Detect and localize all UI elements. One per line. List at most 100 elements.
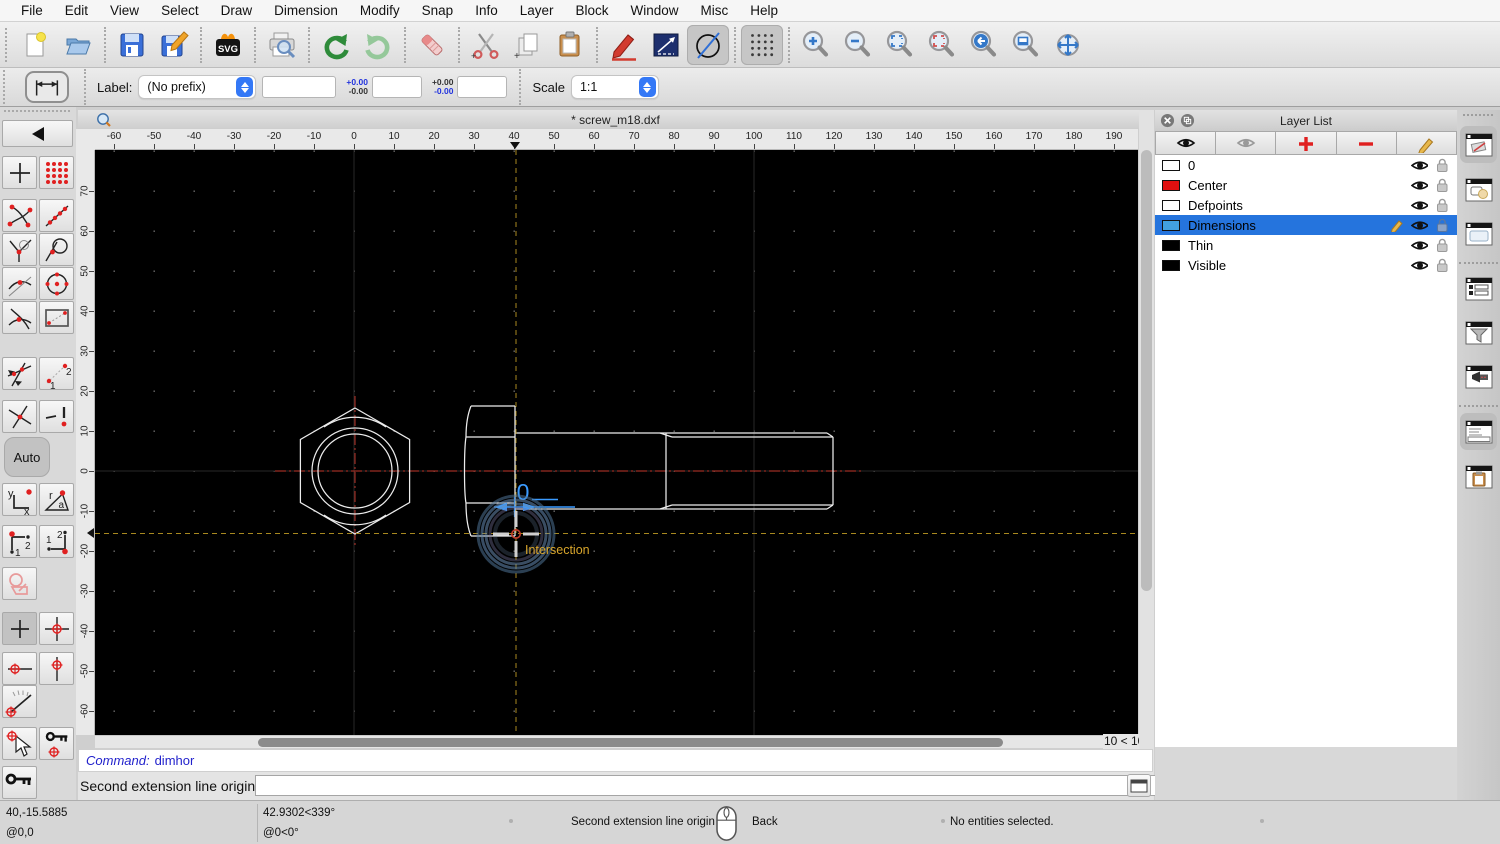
pen-edit-button[interactable] <box>603 25 645 65</box>
svg-export-button[interactable]: SVG <box>207 25 249 65</box>
coord-cartesian-button[interactable]: yx <box>2 483 37 516</box>
menu-layer[interactable]: Layer <box>509 0 565 22</box>
save-as-button[interactable] <box>153 25 195 65</box>
set-relative-zero-button[interactable] <box>2 727 37 760</box>
layer-lock-icon[interactable] <box>1435 177 1449 193</box>
tolerance-lower-input[interactable] <box>457 76 508 98</box>
block-list-dock-button[interactable] <box>1460 171 1497 208</box>
selection-filter-dock-button[interactable] <box>1460 314 1497 351</box>
command-toggle-button[interactable] <box>1127 774 1151 797</box>
command-options-dock-button[interactable] <box>1460 358 1497 395</box>
snap-intersection-manual-button[interactable] <box>2 400 37 433</box>
angle-gauge-button[interactable] <box>2 685 37 718</box>
document-window-titlebar[interactable]: * screw_m18.dxf <box>78 110 1153 129</box>
snap-endpoint-button[interactable] <box>2 199 37 232</box>
dimension-scale-select[interactable]: 1:1 <box>570 75 659 99</box>
layer-list-dock-button[interactable] <box>1460 126 1497 163</box>
tolerance-upper-input[interactable] <box>371 76 422 98</box>
restrict-vertical-button[interactable] <box>39 652 74 685</box>
menu-modify[interactable]: Modify <box>349 0 411 22</box>
zoom-pan-button[interactable] <box>1047 25 1089 65</box>
layer-row-visible[interactable]: Visible <box>1155 255 1457 275</box>
back-button[interactable] <box>2 120 73 147</box>
menu-select[interactable]: Select <box>150 0 210 22</box>
zoom-previous-button[interactable] <box>921 25 963 65</box>
paste-button[interactable] <box>549 25 591 65</box>
zoom-back-button[interactable] <box>963 25 1005 65</box>
zoom-out-button[interactable] <box>837 25 879 65</box>
vertical-scrollbar[interactable] <box>1139 110 1154 800</box>
layer-edit-pencil-icon[interactable] <box>1390 218 1404 232</box>
menu-view[interactable]: View <box>99 0 150 22</box>
open-file-button[interactable] <box>57 25 99 65</box>
float-panel-icon[interactable] <box>1180 113 1195 128</box>
layer-visibility-eye-icon[interactable] <box>1411 158 1428 173</box>
snap-on-entity-button[interactable] <box>39 199 74 232</box>
layer-visibility-eye-icon[interactable] <box>1411 218 1428 233</box>
coord-polar-button[interactable]: ra <box>39 483 74 516</box>
command-line-dock-button[interactable] <box>1460 413 1497 450</box>
layer-visibility-eye-icon[interactable] <box>1411 198 1428 213</box>
horizontal-scrollbar-thumb[interactable] <box>258 738 1003 747</box>
horizontal-scrollbar[interactable] <box>95 735 1103 748</box>
layer-lock-icon[interactable] <box>1435 257 1449 273</box>
abs-point-12-button[interactable]: 12 <box>39 525 74 558</box>
layer-color-swatch[interactable] <box>1162 179 1180 191</box>
snap-circle-quadrant-button[interactable] <box>39 267 74 300</box>
command-history[interactable]: Command: dimhor <box>78 749 1153 772</box>
zoom-in-button[interactable] <box>795 25 837 65</box>
menu-draw[interactable]: Draw <box>210 0 264 22</box>
snap-free-button[interactable] <box>2 156 37 189</box>
layer-row-0[interactable]: 0 <box>1155 155 1457 175</box>
menu-edit[interactable]: Edit <box>54 0 99 22</box>
snap-auto-button[interactable]: Auto <box>4 437 50 477</box>
menu-help[interactable]: Help <box>739 0 789 22</box>
layer-visibility-eye-icon[interactable] <box>1411 258 1428 273</box>
zoom-auto-button[interactable] <box>879 25 921 65</box>
menu-dimension[interactable]: Dimension <box>263 0 349 22</box>
new-file-button[interactable] <box>15 25 57 65</box>
line-attributes-button[interactable] <box>645 25 687 65</box>
cut-button[interactable]: + <box>465 25 507 65</box>
snap-grid-button[interactable] <box>39 156 74 189</box>
layer-row-dimensions[interactable]: Dimensions <box>1155 215 1457 235</box>
dimension-prefix-select[interactable]: (No prefix) <box>138 75 257 99</box>
layer-lock-icon[interactable] <box>1435 217 1449 233</box>
layer-color-swatch[interactable] <box>1162 219 1180 231</box>
restrict-orthogonal-button[interactable] <box>2 357 37 390</box>
remove-layer-button[interactable] <box>1336 131 1397 155</box>
layer-row-center[interactable]: Center <box>1155 175 1457 195</box>
lock-relative-zero-button[interactable] <box>39 727 74 760</box>
layer-visibility-eye-icon[interactable] <box>1411 178 1428 193</box>
undo-button[interactable] <box>315 25 357 65</box>
draft-mode-button[interactable] <box>687 24 729 65</box>
vertical-scrollbar-thumb[interactable] <box>1141 150 1152 591</box>
menu-window[interactable]: Window <box>620 0 690 22</box>
print-preview-button[interactable] <box>261 25 303 65</box>
menu-file[interactable]: File <box>10 0 54 22</box>
menu-info[interactable]: Info <box>464 0 509 22</box>
layer-visibility-eye-icon[interactable] <box>1411 238 1428 253</box>
menu-block[interactable]: Block <box>565 0 620 22</box>
zoom-window-button[interactable] <box>1005 25 1047 65</box>
layer-color-swatch[interactable] <box>1162 159 1180 171</box>
clipboard-dock-button[interactable] <box>1460 458 1497 495</box>
delete-eraser-button[interactable] <box>411 25 453 65</box>
close-icon[interactable] <box>1160 113 1175 128</box>
lock-key-button[interactable] <box>2 766 37 799</box>
hide-all-layers-button[interactable] <box>1216 131 1277 155</box>
snap-nothing-button[interactable] <box>39 400 74 433</box>
command-input[interactable] <box>255 775 1198 796</box>
layer-row-thin[interactable]: Thin <box>1155 235 1457 255</box>
show-all-layers-button[interactable] <box>1155 131 1217 155</box>
restrict-horizontal-button[interactable] <box>2 652 37 685</box>
rel-point-12-button[interactable]: 12 <box>2 525 37 558</box>
redo-button[interactable] <box>357 25 399 65</box>
drawing-canvas[interactable]: 0 Intersection <box>95 150 1138 735</box>
library-browser-dock-button[interactable] <box>1460 215 1497 252</box>
layer-color-swatch[interactable] <box>1162 259 1180 271</box>
grid-toggle-button[interactable] <box>741 24 783 65</box>
snap-distance-button[interactable] <box>2 267 37 300</box>
copy-button[interactable]: + <box>507 25 549 65</box>
layer-color-swatch[interactable] <box>1162 239 1180 251</box>
